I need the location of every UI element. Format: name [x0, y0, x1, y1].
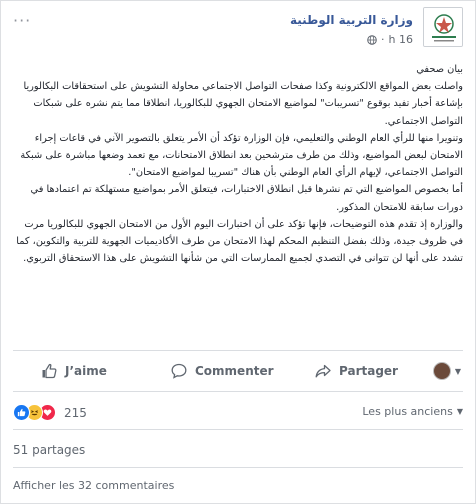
- reactions-count: 215: [64, 405, 87, 420]
- comment-icon: [171, 363, 187, 379]
- post-card: وزارة التربية الوطنية 16 h · ··· بيان صح…: [0, 0, 476, 504]
- like-button[interactable]: J’aime: [41, 363, 107, 379]
- ministry-logo-icon: [424, 8, 462, 46]
- share-label: Partager: [339, 364, 398, 378]
- post-meta: 16 h ·: [367, 33, 413, 46]
- chevron-down-icon: ▼: [454, 366, 461, 376]
- post-actions-bar: J’aime Commenter Partager ▼: [13, 350, 463, 392]
- post-timestamp[interactable]: 16 h: [389, 33, 413, 46]
- reaction-icons: [13, 404, 56, 421]
- divider: [13, 467, 463, 468]
- like-label: J’aime: [65, 364, 107, 378]
- post-header: وزارة التربية الوطنية 16 h ·: [163, 7, 463, 53]
- react-as-selector[interactable]: ▼: [432, 362, 461, 380]
- user-avatar: [432, 362, 451, 380]
- view-comments-link[interactable]: Afficher les 32 commentaires: [13, 479, 174, 492]
- share-arrow-icon: [315, 364, 331, 378]
- thumbs-up-icon: [42, 363, 57, 379]
- sort-label: Les plus anciens: [362, 405, 453, 418]
- reactions-summary[interactable]: 215: [13, 404, 87, 421]
- divider: [13, 429, 463, 430]
- like-reaction-icon: [13, 404, 30, 421]
- more-options-icon[interactable]: ···: [13, 11, 31, 30]
- post-paragraph: والوزارة إذ تقدم هذه التوضيحات، فإنها تؤ…: [16, 218, 463, 265]
- post-paragraph: واصلت بعض المواقع الالكترونية وكذا صفحات…: [23, 81, 463, 127]
- dot-separator: ·: [381, 33, 385, 46]
- comment-button[interactable]: Commenter: [171, 363, 274, 379]
- post-paragraph: أما بخصوص المواضيع التي تم نشرها قبل انط…: [30, 184, 463, 213]
- shares-count[interactable]: 51 partages: [13, 443, 85, 457]
- post-text: بيان صحفي واصلت بعض المواقع الالكترونية …: [13, 61, 463, 267]
- globe-icon[interactable]: [367, 34, 377, 45]
- page-name[interactable]: وزارة التربية الوطنية: [290, 13, 413, 27]
- comment-sort-dropdown[interactable]: Les plus anciens ▼: [362, 405, 463, 418]
- post-paragraph: وتنويرا منها للرأي العام الوطني والتعليم…: [20, 132, 463, 179]
- share-button[interactable]: Partager: [315, 363, 398, 379]
- page-avatar[interactable]: [423, 7, 463, 47]
- comment-label: Commenter: [195, 364, 274, 378]
- chevron-down-icon: ▼: [456, 407, 463, 416]
- post-paragraph: بيان صحفي: [416, 64, 463, 75]
